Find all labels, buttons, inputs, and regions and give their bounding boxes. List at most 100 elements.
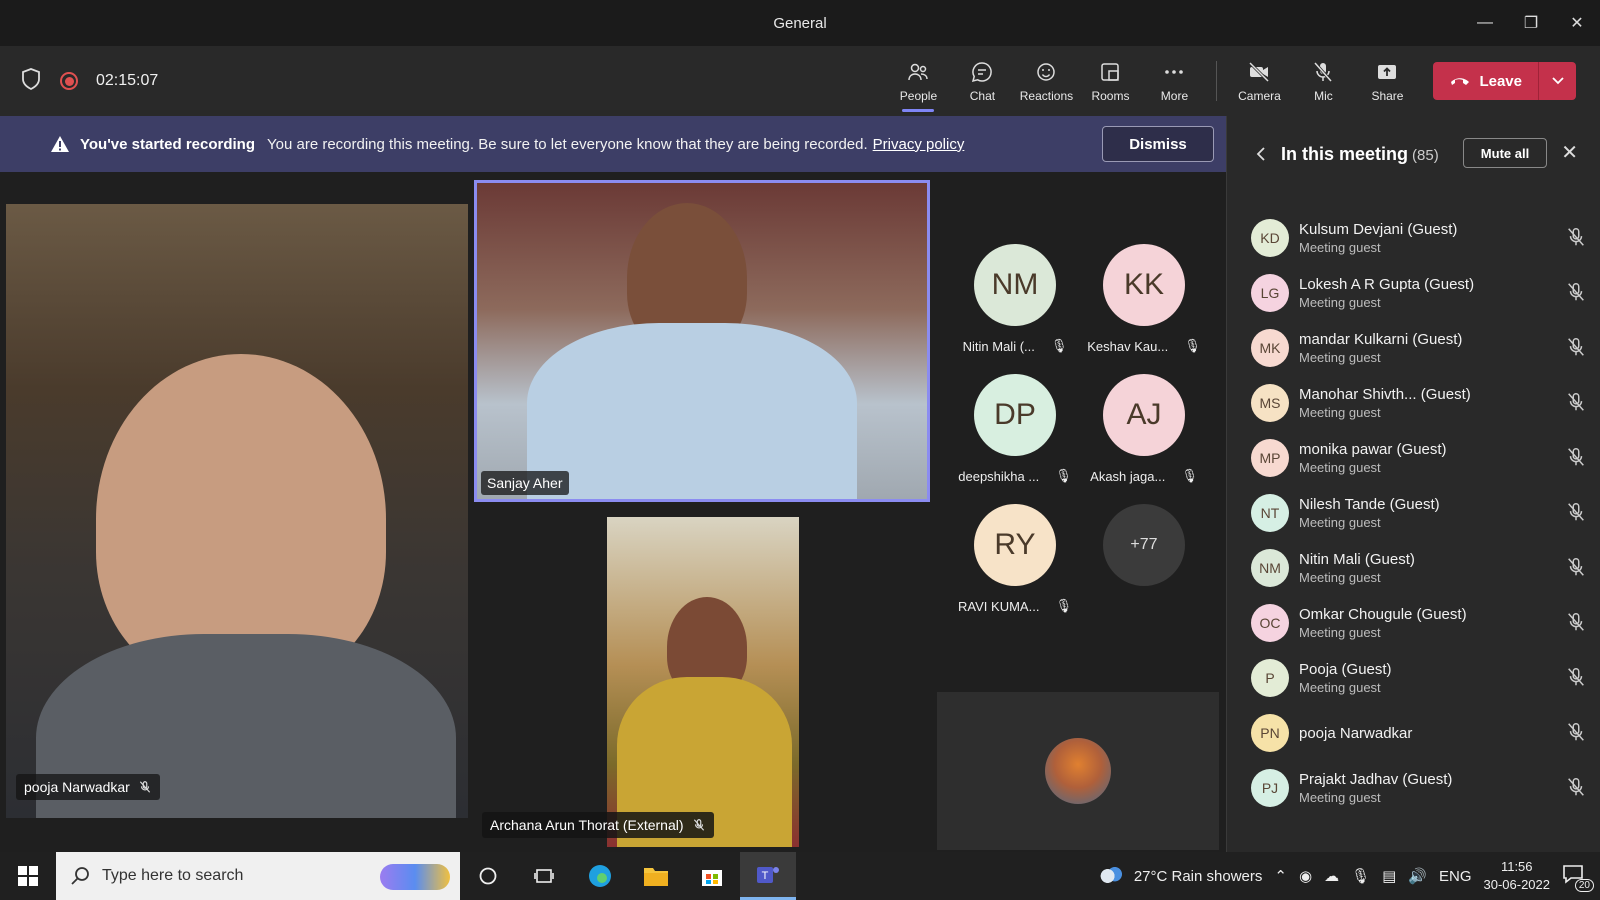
recording-banner: You've started recording You are recordi… (0, 116, 1226, 172)
recording-indicator-icon (60, 72, 78, 90)
participant-name: Manohar Shivth... (Guest) (1299, 386, 1471, 403)
camera-button[interactable]: Camera (1227, 46, 1291, 116)
restore-icon[interactable]: ❐ (1508, 0, 1554, 46)
search-icon (71, 867, 89, 885)
mic-button[interactable]: Mic (1291, 46, 1355, 116)
onedrive-icon[interactable]: ☁ (1324, 867, 1339, 885)
participant-body (527, 323, 857, 499)
participant-name: Nilesh Tande (Guest) (1299, 496, 1440, 513)
participant-tile[interactable]: AJ Akash jaga... 🎙 (1084, 374, 1204, 492)
edge-icon (589, 865, 611, 887)
participant-tile[interactable]: RY RAVI KUMA... 🎙 (955, 504, 1075, 622)
network-icon[interactable]: ▤ (1382, 867, 1396, 885)
tile-name: Nitin Mali (... (962, 338, 1035, 354)
share-button[interactable]: Share (1355, 46, 1419, 116)
participant-row[interactable]: NM Nitin Mali (Guest) Meeting guest (1251, 540, 1587, 596)
participant-row[interactable]: MS Manohar Shivth... (Guest) Meeting guest (1251, 375, 1587, 431)
participant-row[interactable]: PJ Prajakt Jadhav (Guest) Meeting guest (1251, 760, 1587, 816)
muted-mic-icon[interactable] (1565, 666, 1587, 688)
avatar: RY (974, 504, 1056, 586)
minimize-icon[interactable]: — (1462, 0, 1508, 46)
participant-tile[interactable]: KK Keshav Kau... 🎙 (1084, 244, 1204, 362)
participant-role: Meeting guest (1299, 570, 1381, 585)
notifications-icon[interactable]: 20 (1562, 864, 1594, 892)
participant-count: (85) (1412, 146, 1439, 164)
participant-row[interactable]: LG Lokesh A R Gupta (Guest) Meeting guest (1251, 265, 1587, 321)
overflow-tile[interactable]: +77 (1084, 504, 1204, 622)
chevron-left-icon[interactable] (1255, 146, 1267, 162)
muted-mic-icon[interactable] (1565, 226, 1587, 248)
edge-app[interactable] (572, 852, 628, 900)
overflow-count: +77 (1103, 504, 1185, 586)
window-title: General (773, 14, 827, 32)
dismiss-button[interactable]: Dismiss (1102, 126, 1214, 162)
panel-title: In this meeting (85) (1281, 143, 1439, 164)
share-icon (1378, 64, 1397, 79)
weather-text[interactable]: 27°C Rain showers (1134, 868, 1263, 885)
mute-all-button[interactable]: Mute all (1463, 138, 1547, 168)
phone-hangup-icon (1451, 78, 1470, 85)
more-button[interactable]: More (1142, 46, 1206, 116)
taskbar-search[interactable]: Type here to search (56, 852, 460, 900)
muted-mic-icon[interactable] (1565, 556, 1587, 578)
muted-mic-icon[interactable] (1565, 721, 1587, 743)
participant-name: Pooja (Guest) (1299, 661, 1392, 678)
leave-button[interactable]: Leave (1433, 62, 1538, 100)
participant-tile[interactable]: DP deepshikha ... 🎙 (955, 374, 1075, 492)
rooms-button[interactable]: Rooms (1078, 46, 1142, 116)
video-feed-pooja[interactable]: pooja Narwadkar (6, 204, 468, 818)
banner-title: You've started recording (80, 135, 255, 153)
participant-row[interactable]: MP monika pawar (Guest) Meeting guest (1251, 430, 1587, 486)
muted-mic-icon: 🎙 (1055, 598, 1072, 613)
shield-icon[interactable] (20, 67, 42, 96)
file-explorer-app[interactable] (628, 852, 684, 900)
start-button[interactable] (0, 852, 56, 900)
participant-row[interactable]: MK mandar Kulkarni (Guest) Meeting guest (1251, 320, 1587, 376)
muted-mic-icon[interactable] (1565, 391, 1587, 413)
teams-app[interactable]: T (740, 852, 796, 900)
participant-row[interactable]: KD Kulsum Devjani (Guest) Meeting guest (1251, 210, 1587, 266)
muted-mic-icon[interactable] (1565, 501, 1587, 523)
close-window-icon[interactable]: ✕ (1554, 0, 1600, 46)
muted-mic-icon: 🎙 (1181, 468, 1198, 483)
search-placeholder: Type here to search (102, 867, 244, 884)
video-name-tag: Sanjay Aher (481, 471, 569, 495)
close-panel-icon[interactable]: ✕ (1561, 140, 1578, 165)
language-indicator[interactable]: ENG (1439, 868, 1472, 885)
video-feed-archana[interactable] (607, 517, 799, 847)
participant-row[interactable]: OC Omkar Chougule (Guest) Meeting guest (1251, 595, 1587, 651)
participant-role: Meeting guest (1299, 680, 1381, 695)
participant-row[interactable]: NT Nilesh Tande (Guest) Meeting guest (1251, 485, 1587, 541)
muted-mic-icon[interactable] (1565, 446, 1587, 468)
muted-mic-icon[interactable] (1565, 611, 1587, 633)
tile-name: Keshav Kau... (1087, 338, 1169, 354)
task-view-button[interactable] (516, 852, 572, 900)
cortana-button[interactable] (460, 852, 516, 900)
reactions-icon (1037, 62, 1056, 81)
search-highlight-icon (380, 864, 450, 890)
privacy-policy-link[interactable]: Privacy policy (873, 136, 965, 153)
reactions-button[interactable]: Reactions (1014, 46, 1078, 116)
participant-tile[interactable]: NM Nitin Mali (... 🎙 (955, 244, 1075, 362)
meet-now-icon[interactable]: ◉ (1299, 867, 1312, 885)
rooms-icon (1101, 62, 1120, 81)
store-app[interactable] (684, 852, 740, 900)
participant-role: Meeting guest (1299, 515, 1381, 530)
self-view[interactable] (937, 692, 1219, 850)
participant-row[interactable]: PN pooja Narwadkar (1251, 705, 1587, 761)
participant-name: monika pawar (Guest) (1299, 441, 1447, 458)
muted-mic-icon[interactable] (1565, 281, 1587, 303)
people-button[interactable]: People (886, 46, 950, 116)
leave-options-button[interactable] (1538, 62, 1576, 100)
clock[interactable]: 11:56 30-06-2022 (1484, 858, 1551, 894)
microphone-tray-icon[interactable]: 🎙 (1351, 867, 1370, 885)
volume-icon[interactable]: 🔊 (1408, 867, 1427, 885)
participant-row[interactable]: P Pooja (Guest) Meeting guest (1251, 650, 1587, 706)
muted-mic-icon[interactable] (1565, 336, 1587, 358)
video-feed-sanjay[interactable]: Sanjay Aher (474, 180, 930, 502)
muted-mic-icon[interactable] (1565, 776, 1587, 798)
show-hidden-icons-icon[interactable]: ⌃ (1274, 867, 1287, 885)
windows-taskbar: Type here to search T 27°C Rain showers … (0, 852, 1600, 900)
chat-button[interactable]: Chat (950, 46, 1014, 116)
participant-name: mandar Kulkarni (Guest) (1299, 331, 1463, 348)
